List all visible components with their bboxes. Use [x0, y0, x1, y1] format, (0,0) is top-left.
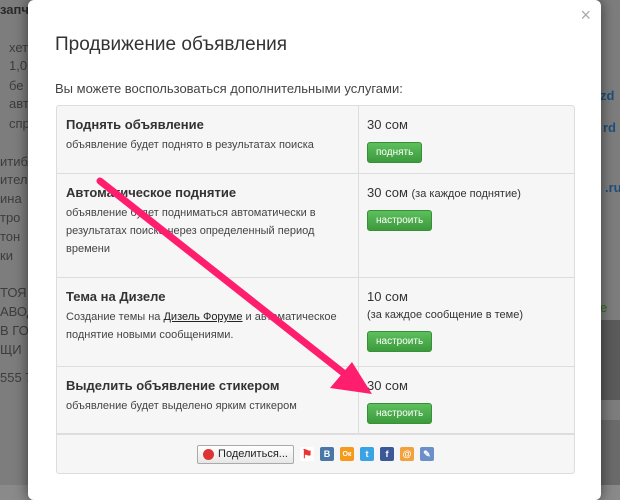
service-price: 30 сом: [367, 185, 408, 200]
odnoklassniki-icon[interactable]: Ок: [339, 447, 354, 461]
background-fragment: спр: [9, 116, 30, 131]
configure-topic-button[interactable]: настроить: [367, 331, 433, 352]
background-link: запч: [0, 2, 29, 17]
service-row: Тема на Дизеле Создание темы на Дизель Ф…: [57, 278, 574, 367]
service-description: Создание темы на Дизель Форуме и автомат…: [66, 311, 337, 341]
promotion-dialog: × Продвижение объявления Вы можете воспо…: [28, 0, 601, 500]
background-fragment: тро: [0, 210, 21, 225]
background-fragment: rd: [603, 120, 616, 135]
raise-button[interactable]: поднять: [367, 142, 423, 163]
service-price: 30 сом: [367, 378, 408, 393]
background-fragment: .ru: [605, 180, 620, 195]
background-fragment: хет: [9, 40, 29, 55]
dialog-title: Продвижение объявления: [55, 34, 288, 55]
background-image: [600, 320, 620, 400]
vkontakte-icon[interactable]: В: [319, 447, 334, 461]
background-fragment: ТОЯ: [0, 285, 27, 300]
background-fragment: ина: [0, 191, 22, 206]
configure-sticker-button[interactable]: настроить: [367, 403, 433, 424]
close-icon[interactable]: ×: [580, 6, 591, 24]
background-fragment: ител: [0, 172, 28, 187]
share-button[interactable]: Поделиться...: [197, 444, 294, 464]
livejournal-icon[interactable]: ✎: [419, 447, 434, 461]
share-bar: Поделиться... ⚑ В Ок t f @ ✎: [57, 434, 574, 473]
background-fragment: авт: [9, 96, 29, 111]
service-price: 30 сом: [367, 117, 408, 132]
service-title: Выделить объявление стикером: [66, 378, 280, 393]
diesel-forum-link[interactable]: Дизель Форуме: [163, 311, 242, 323]
twitter-icon[interactable]: t: [359, 447, 374, 461]
mail-icon[interactable]: @: [399, 447, 414, 461]
background-fragment: 1,0: [9, 58, 28, 73]
runner-icon[interactable]: ⚑: [299, 447, 314, 461]
service-row: Выделить объявление стикером объявление …: [57, 367, 574, 434]
service-title: Поднять объявление: [66, 117, 204, 132]
facebook-icon[interactable]: f: [379, 447, 394, 461]
service-description: объявление будет выделено ярким стикером: [66, 400, 297, 412]
dialog-intro: Вы можете воспользоваться дополнительным…: [55, 81, 403, 96]
background-fragment: В ГО: [0, 323, 29, 338]
service-title: Автоматическое поднятие: [66, 185, 237, 200]
service-row: Автоматическое поднятие объявление будет…: [57, 174, 574, 278]
configure-auto-raise-button[interactable]: настроить: [367, 210, 433, 231]
share-label: Поделиться...: [218, 448, 288, 460]
background-fragment: бе: [9, 78, 24, 93]
service-price-note: (за каждое сообщение в теме): [367, 309, 523, 321]
services-table: Поднять объявление объявление будет подн…: [56, 105, 575, 474]
service-price: 10 сом: [367, 289, 408, 304]
service-row: Поднять объявление объявление будет подн…: [57, 106, 574, 174]
share-icon: [203, 448, 215, 460]
background-fragment: ки: [0, 248, 13, 263]
background-image: [600, 420, 620, 485]
background-fragment: тон: [0, 229, 21, 244]
service-price-note: (за каждое поднятие): [411, 188, 521, 200]
background-fragment: e: [600, 300, 608, 315]
background-fragment: ЩИ: [0, 342, 22, 357]
background-fragment: zd: [600, 88, 615, 103]
service-title: Тема на Дизеле: [66, 289, 166, 304]
service-description: объявление будет поднято в результатах п…: [66, 139, 314, 151]
service-description: объявление будет подниматься автоматичес…: [66, 207, 316, 255]
